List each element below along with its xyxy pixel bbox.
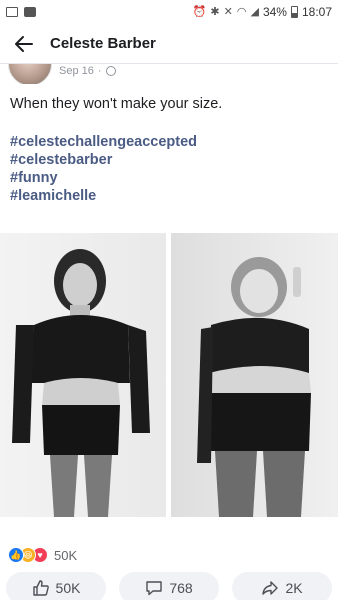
action-bar: 50K 768 2K: [0, 572, 338, 600]
hashtag-link[interactable]: #funny: [10, 169, 197, 187]
post-photo-right[interactable]: [171, 233, 338, 517]
status-bar: ⏰ ✱ ✕ ◠ ◢ 34% 18:07: [0, 0, 338, 24]
like-count: 50K: [55, 580, 81, 596]
battery-percent: 34%: [262, 5, 287, 19]
status-left: [6, 7, 36, 17]
status-right: ⏰ ✱ ✕ ◠ ◢ 34% 18:07: [193, 5, 332, 19]
signal-icon: ◢: [250, 5, 259, 18]
battery-icon: [290, 6, 298, 18]
reaction-count: 50K: [54, 547, 78, 563]
avatar[interactable]: [8, 64, 52, 84]
comment-count: 768: [169, 580, 193, 596]
comment-button[interactable]: 768: [119, 572, 219, 600]
post-meta: Sep 16 ·: [59, 65, 116, 77]
alarm-icon: ⏰: [192, 5, 207, 18]
globe-icon: [105, 66, 116, 76]
app-bar: Celeste Barber: [0, 24, 338, 64]
hashtag-link[interactable]: #celestechallengeaccepted: [10, 133, 197, 151]
post-header: Sep 16 ·: [0, 64, 338, 84]
reaction-summary[interactable]: 👍 😆 ♥ 50K: [8, 547, 77, 563]
image-notification-icon: [6, 7, 18, 17]
photo-right-silhouette: [197, 257, 311, 517]
post-text: When they won't make your size.: [10, 96, 223, 112]
photo-left-silhouette: [12, 249, 150, 517]
hashtag-link[interactable]: #celestebarber: [10, 151, 197, 169]
mute-icon: ✕: [223, 5, 233, 18]
share-count: 2K: [285, 580, 303, 596]
thumbs-up-icon: [32, 580, 49, 596]
bluetooth-icon: ✱: [210, 5, 220, 18]
hashtag-link[interactable]: #leamichelle: [10, 187, 197, 205]
back-button[interactable]: [10, 30, 38, 58]
thumbs-up-reaction-icon: 👍: [8, 547, 24, 563]
share-button[interactable]: 2K: [232, 572, 332, 600]
wifi-icon: ◠: [236, 5, 247, 18]
meta-separator: ·: [97, 65, 102, 77]
page-title: Celeste Barber: [50, 35, 156, 52]
clock: 18:07: [301, 5, 332, 19]
post-photo-left[interactable]: [0, 233, 166, 517]
hashtag-list: #celestechallengeaccepted #celestebarber…: [10, 133, 197, 205]
post-date[interactable]: Sep 16: [59, 65, 94, 77]
message-notification-icon: [24, 7, 36, 17]
share-arrow-icon: [262, 581, 279, 595]
comment-icon: [146, 581, 163, 596]
like-button[interactable]: 50K: [6, 572, 106, 600]
arrow-left-icon: [15, 35, 33, 52]
